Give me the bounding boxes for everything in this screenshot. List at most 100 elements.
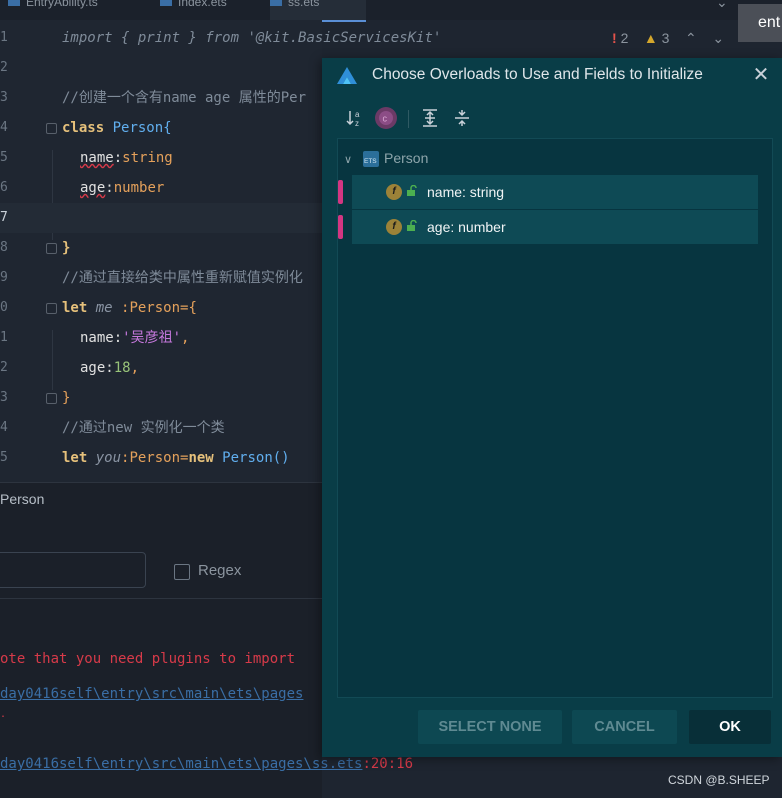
line-number: 4 [0,120,8,135]
code-line: 1 name:'吴彦祖', [0,323,322,353]
divider [0,598,322,599]
field-label: name: string [427,184,505,200]
code-line: 5 name:string [0,143,322,173]
code-comment: //通过new 实例化一个类 [62,420,225,436]
tooltip: ent [738,4,782,42]
code-text: class Person{ [62,120,172,136]
dialog-title: Choose Overloads to Use and Fields to In… [372,66,703,83]
line-number: 1 [0,30,8,45]
svg-text:z: z [355,119,359,128]
chevron-down-icon[interactable]: ⌄ [712,30,724,46]
choose-overloads-dialog: Choose Overloads to Use and Fields to In… [322,58,782,757]
line-number: 4 [0,420,8,435]
ok-button[interactable]: OK [689,710,771,744]
editor-tab-bar: EntryAbility.ts Index.ets ss.ets ⌄ [0,0,782,22]
regex-label: Regex [198,562,242,579]
line-number: 8 [0,240,8,255]
select-none-button[interactable]: SELECT NONE [418,710,562,744]
field-icon: f [386,184,402,200]
code-line: 5 let you:Person=new Person() [0,443,322,473]
line-number: 2 [0,360,8,375]
file-icon [160,0,172,6]
tab-entryability[interactable]: EntryAbility.ts [8,0,98,20]
ets-file-icon: ETS [363,151,379,168]
inspection-status[interactable]: ! 2 ▲ 3 ⌃ ⌄ [612,20,724,56]
field-label: age: number [427,219,506,235]
fold-icon[interactable] [46,243,57,254]
error-count: 2 [620,30,629,46]
code-text: age:18, [80,360,140,376]
output-line[interactable]: day0416self\entry\src\main\ets\pages\ss.… [0,756,413,772]
tab-ss[interactable]: ss.ets [270,0,366,22]
fold-icon[interactable] [46,123,57,134]
code-line: 2 age:18, [0,353,322,383]
field-row-name[interactable]: f name: string [338,175,758,209]
code-text: } [62,240,71,256]
regex-checkbox[interactable] [174,564,190,580]
code-line-current: 7 [0,203,322,233]
svg-text:a: a [355,110,360,119]
file-icon [270,0,282,6]
code-line: 3 } [0,383,322,413]
search-input[interactable] [0,552,146,588]
tree-node-label: Person [384,150,429,166]
line-number: 5 [0,450,8,465]
warning-icon: ▲ [643,30,658,46]
svg-text:ETS: ETS [364,158,377,165]
sort-alphabetically-icon[interactable]: a z [344,106,368,130]
code-comment: //通过直接给类中属性重新赋值实例化 [62,270,303,286]
line-number: 0 [0,300,8,315]
code-line: 9 //通过直接给类中属性重新赋值实例化 [0,263,322,293]
line-number: 3 [0,390,8,405]
toolbar-separator [408,110,409,128]
line-number: 2 [0,60,8,75]
fold-icon[interactable] [46,303,57,314]
collapse-all-icon[interactable] [450,106,474,130]
output-line: ote that you need plugins to import [0,651,296,667]
line-number: 9 [0,270,8,285]
public-unlock-icon [407,185,417,196]
tab-menu-icon[interactable]: ⌄ [716,0,728,11]
code-text: name:'吴彦祖', [80,330,190,346]
close-icon[interactable]: ✕ [750,62,772,88]
expand-all-icon[interactable] [418,106,442,130]
chevron-up-icon[interactable]: ⌃ [685,30,697,46]
code-line: 6 age:number [0,173,322,203]
code-line: 4 //通过new 实例化一个类 [0,413,322,443]
deveco-logo-icon [337,67,357,84]
cancel-button[interactable]: CANCEL [572,710,677,744]
dialog-header: Choose Overloads to Use and Fields to In… [322,58,782,94]
selection-marker [338,215,343,239]
selection-marker [338,180,343,204]
code-line: 4 class Person{ [0,113,322,143]
code-line: 3 //创建一个含有name age 属性的Per [0,83,322,113]
public-unlock-icon [407,220,417,231]
output-marker: . [0,709,7,720]
svg-text:c: c [383,114,388,124]
field-row-age[interactable]: f age: number [338,210,758,244]
line-number: 1 [0,330,8,345]
line-number: 7 [0,210,8,225]
tree-node-person[interactable]: ∨ ETS Person [344,147,428,169]
show-classes-icon[interactable]: c [374,106,398,130]
code-line: 0 let me :Person={ [0,293,322,323]
code-text: let you:Person=new Person() [62,450,290,466]
code-editor[interactable]: 1 import { print } from '@kit.BasicServi… [0,20,441,482]
error-icon: ! [612,30,617,46]
code-text: import { print } from '@kit.BasicService… [62,30,442,46]
member-tree[interactable]: ∨ ETS Person f name: string f age: number [337,138,773,698]
code-line: 8 } [0,233,322,263]
code-text: let me :Person={ [62,300,197,316]
chevron-down-icon[interactable]: ∨ [344,149,356,171]
output-link[interactable]: day0416self\entry\src\main\ets\pages [0,686,303,702]
code-line: 1 import { print } from '@kit.BasicServi… [0,23,441,53]
line-number: 6 [0,180,8,195]
line-number: 5 [0,150,8,165]
fold-icon[interactable] [46,393,57,404]
field-icon: f [386,219,402,235]
code-text: } [62,390,71,406]
warning-count: 3 [661,30,670,46]
bottom-panel: Person Regex ote that you need plugins t… [0,482,413,798]
tab-index[interactable]: Index.ets [160,0,227,20]
watermark: CSDN @B.SHEEP [668,773,770,787]
